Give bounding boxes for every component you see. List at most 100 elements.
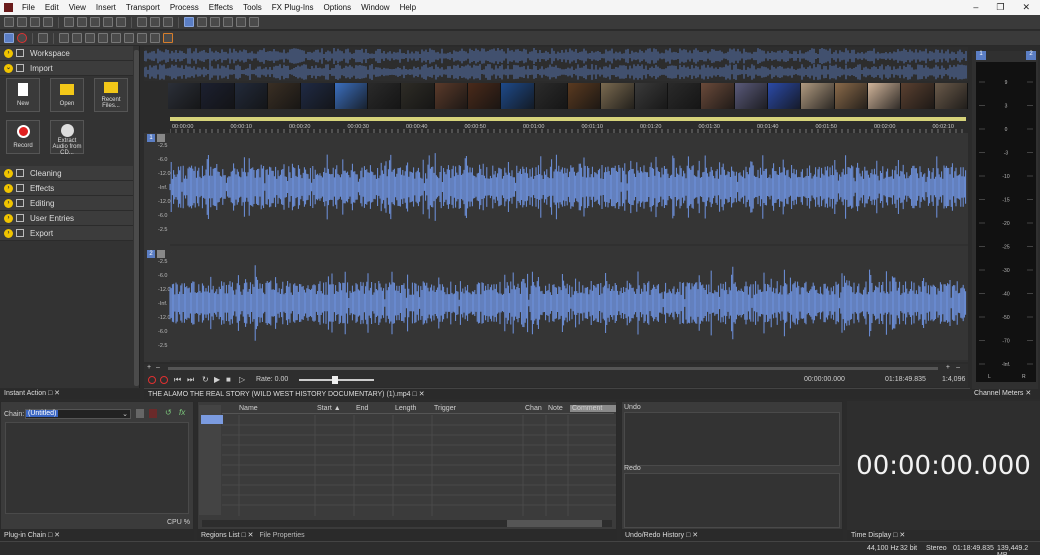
selection-end-time[interactable]: 01:18:49.835 (885, 376, 926, 383)
tab-regions-list[interactable]: Regions List (201, 532, 240, 539)
go-to-end-icon[interactable] (150, 33, 160, 43)
fast-forward-icon[interactable] (137, 33, 147, 43)
new-button[interactable]: New (6, 78, 40, 112)
go-to-start-icon[interactable] (111, 33, 121, 43)
overview-waveform[interactable] (144, 47, 968, 81)
meter-channel-1[interactable]: 1 (976, 51, 986, 60)
float-icon[interactable]: □ (893, 532, 897, 539)
menu-view[interactable]: View (64, 3, 91, 12)
column-chan[interactable]: Chan (525, 405, 542, 412)
close-icon[interactable]: ✕ (692, 532, 698, 539)
section-workspace[interactable]: › Workspace (0, 46, 133, 61)
float-icon[interactable]: □ (48, 390, 52, 397)
magnify-tool-icon[interactable] (197, 17, 207, 27)
snap-icon[interactable] (236, 17, 246, 27)
close-icon[interactable]: ✕ (54, 390, 60, 397)
section-user-entries[interactable]: › User Entries (0, 211, 133, 226)
loop-icon[interactable]: ↻ (202, 375, 209, 384)
float-icon[interactable]: □ (686, 532, 690, 539)
menu-help[interactable]: Help (395, 3, 421, 12)
time-display-tab[interactable]: Time Display □ ✕ (847, 530, 1040, 541)
plugin-list[interactable] (5, 422, 189, 514)
regions-hscroll-thumb[interactable] (507, 520, 602, 527)
new-file-icon[interactable] (4, 17, 14, 27)
stop-icon[interactable]: ■ (226, 375, 231, 384)
selected-row-marker[interactable] (201, 415, 223, 424)
zoom-ratio[interactable]: 1:4,096 (942, 376, 965, 383)
open-button[interactable]: Open (50, 78, 84, 112)
redo-list[interactable] (624, 473, 840, 528)
edit-tool-icon[interactable] (184, 17, 194, 27)
go-to-start-icon[interactable]: ⏮ (174, 375, 181, 385)
envelope-tool-icon[interactable] (223, 17, 233, 27)
pencil-tool-icon[interactable] (210, 17, 220, 27)
float-icon[interactable]: □ (48, 532, 52, 539)
add-plugin-icon[interactable]: ↺ (165, 408, 172, 417)
redo-icon[interactable] (150, 17, 160, 27)
section-editing[interactable]: › Editing (0, 196, 133, 211)
menu-window[interactable]: Window (356, 3, 394, 12)
undo-list[interactable] (624, 412, 840, 466)
section-import[interactable]: ⌄ Import (0, 61, 133, 76)
section-export[interactable]: › Export (0, 226, 133, 241)
menu-effects[interactable]: Effects (204, 3, 238, 12)
column-length[interactable]: Length (395, 405, 416, 412)
scrub-icon[interactable] (163, 33, 173, 43)
menu-transport[interactable]: Transport (121, 3, 165, 12)
status-channels[interactable]: Stereo (926, 545, 947, 552)
selection-start-time[interactable]: 00:00:00.000 (804, 376, 845, 383)
play-icon[interactable] (72, 33, 82, 43)
menu-edit[interactable]: Edit (40, 3, 64, 12)
go-to-end-icon[interactable]: ⏭ (187, 375, 194, 385)
waveform-area[interactable]: 1 2 -2.5 -6.0 -12.0 -Inf. -12.0 -6.0 -2.5 -2.5-… (144, 133, 968, 362)
extract-audio-button[interactable]: Extract Audio from CD... (50, 120, 84, 156)
regions-hscroll[interactable] (202, 520, 612, 527)
cut-icon[interactable] (64, 17, 74, 27)
close-icon[interactable]: ✕ (1022, 2, 1030, 13)
menu-tools[interactable]: Tools (238, 3, 267, 12)
status-bit-depth[interactable]: 32 bit (900, 545, 917, 552)
status-sample-rate[interactable]: 44,100 Hz (867, 545, 899, 552)
restore-icon[interactable]: ❐ (996, 2, 1004, 13)
copy-icon[interactable] (77, 17, 87, 27)
rate-slider-thumb[interactable] (332, 376, 338, 384)
menu-process[interactable]: Process (165, 3, 204, 12)
play-all-icon[interactable]: ▷ (239, 375, 245, 384)
stop-icon[interactable] (98, 33, 108, 43)
plugin-manager-icon[interactable] (249, 17, 259, 27)
scroll-track[interactable] (168, 367, 938, 370)
section-effects[interactable]: › Effects (0, 181, 133, 196)
column-comment[interactable]: Comment (570, 405, 616, 412)
record-button[interactable]: Record (6, 120, 40, 154)
column-start[interactable]: Start ▲ (317, 405, 341, 412)
plugin-chain-tab[interactable]: Plug-in Chain □ ✕ (0, 530, 194, 541)
left-panel-scrollbar[interactable] (134, 50, 139, 386)
play-icon[interactable]: ▶ (214, 375, 220, 384)
zoom-in-icon[interactable]: + (147, 364, 151, 371)
record-mode-icon[interactable] (4, 33, 14, 43)
rate-slider[interactable] (299, 376, 374, 384)
save-icon[interactable] (30, 17, 40, 27)
section-cleaning[interactable]: › Cleaning (0, 166, 133, 181)
fx-icon[interactable]: fx (179, 408, 185, 417)
time-ruler[interactable]: 00:00:00 00:00:10 00:00:20 00:00:30 00:00:40… (170, 121, 966, 133)
mix-icon[interactable] (103, 17, 113, 27)
zoom-out-icon[interactable]: – (156, 364, 160, 371)
close-icon[interactable]: ✕ (248, 532, 254, 539)
close-icon[interactable]: ✕ (899, 532, 905, 539)
pause-icon[interactable] (85, 33, 95, 43)
close-icon[interactable]: ✕ (1025, 390, 1031, 397)
zoom-in-icon[interactable]: + (946, 364, 950, 371)
column-note[interactable]: Note (548, 405, 563, 412)
horizontal-scroll-bar[interactable]: + – + – (144, 364, 968, 373)
menu-fx-plugins[interactable]: FX Plug-Ins (267, 3, 319, 12)
trim-icon[interactable] (116, 17, 126, 27)
minimize-icon[interactable]: – (973, 2, 978, 13)
float-icon[interactable]: □ (241, 532, 245, 539)
record-arm-icon[interactable] (160, 376, 168, 384)
open-file-icon[interactable] (17, 17, 27, 27)
column-name[interactable]: Name (239, 405, 258, 412)
record-icon[interactable] (17, 33, 27, 43)
zoom-out-icon[interactable]: – (956, 364, 960, 371)
instant-action-tab[interactable]: Instant Action □ ✕ (0, 389, 140, 399)
